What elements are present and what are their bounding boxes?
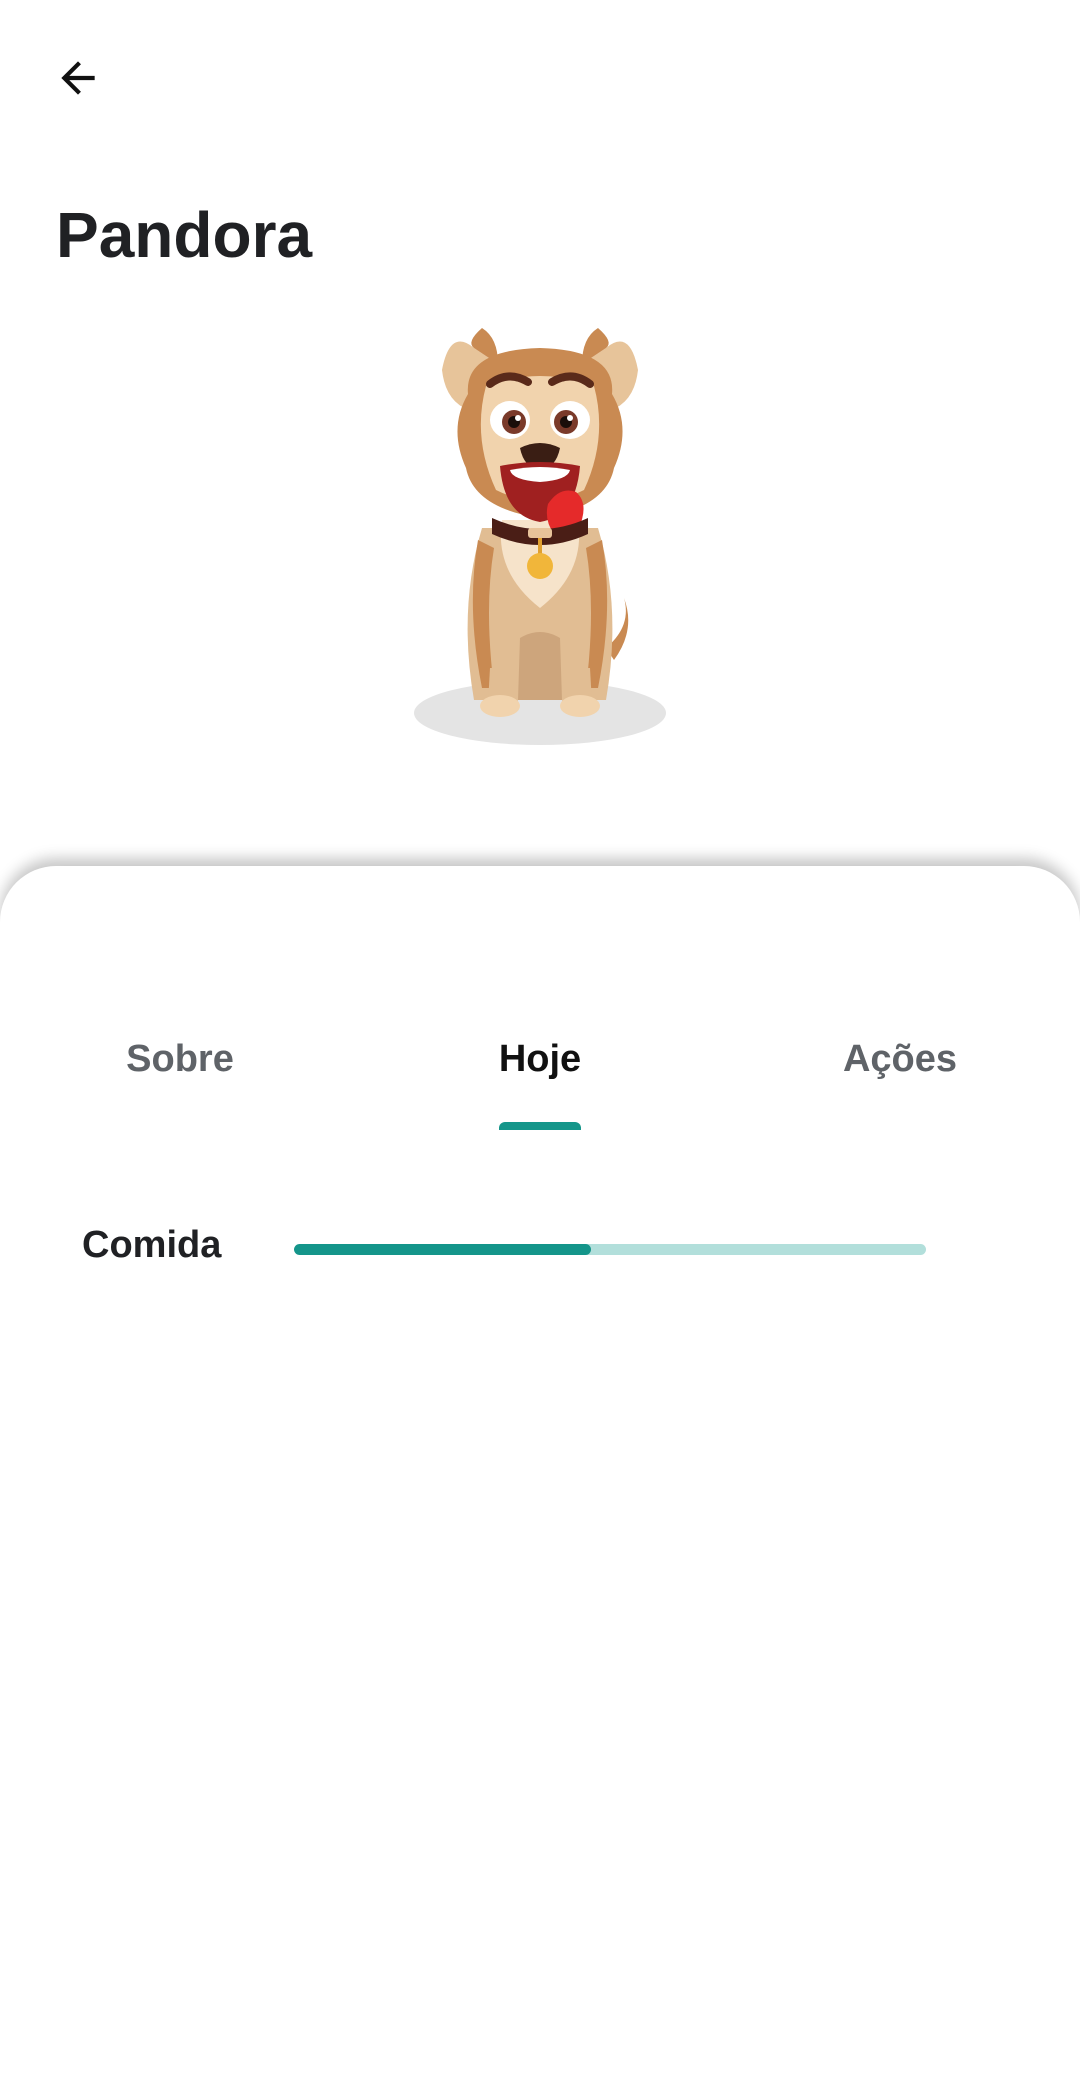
cartoon-dog-illustration [414, 328, 666, 745]
active-tab-indicator [499, 1122, 581, 1130]
food-stat-row: Comida [0, 1214, 1080, 1284]
food-progress-fill [294, 1244, 592, 1255]
tab-label: Hoje [498, 1038, 582, 1080]
tab-label: Ações [842, 1038, 958, 1080]
tab-hoje[interactable]: Hoje [360, 1016, 720, 1126]
tab-bar: Sobre Hoje Ações [0, 1016, 1080, 1126]
food-label: Comida [82, 1224, 222, 1266]
page-title: Pandora [56, 199, 313, 271]
bottom-sheet: Sobre Hoje Ações Comida [0, 866, 1080, 2095]
tab-sobre[interactable]: Sobre [0, 1016, 360, 1126]
arrow-back-icon [61, 61, 95, 95]
tab-label: Sobre [126, 1038, 234, 1080]
food-progress-bar [294, 1244, 926, 1255]
tab-acoes[interactable]: Ações [720, 1016, 1080, 1126]
back-button[interactable] [36, 36, 120, 120]
